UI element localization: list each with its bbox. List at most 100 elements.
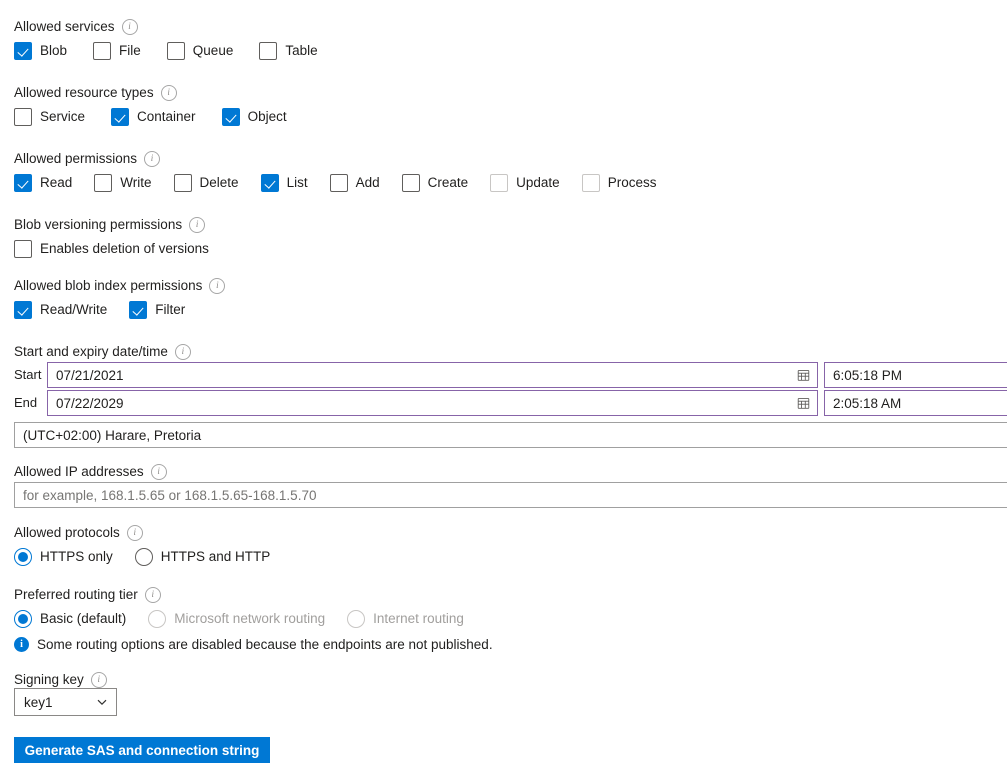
checkbox-enables-deletion-of-versions-label: Enables deletion of versions: [40, 241, 209, 256]
checkbox-file-box[interactable]: [93, 42, 112, 60]
checkbox-object-box[interactable]: [221, 108, 240, 126]
radio-internet-routing: Internet routing: [347, 610, 464, 628]
section-allowed-resource-types: Allowed resource types i Service Contain…: [14, 84, 287, 126]
allowed-services-title: Allowed services: [14, 19, 115, 34]
checkbox-file-label: File: [119, 43, 141, 58]
info-circle-icon[interactable]: i: [209, 277, 226, 294]
checkbox-object[interactable]: Object: [221, 108, 287, 126]
checkbox-list-box[interactable]: [260, 174, 279, 192]
radio-https-only[interactable]: HTTPS only: [14, 548, 113, 566]
checkbox-queue-box[interactable]: [166, 42, 185, 60]
checkbox-table-box[interactable]: [259, 42, 278, 60]
checkbox-queue-label: Queue: [192, 43, 234, 58]
blob-versioning-options: Enables deletion of versions: [14, 240, 209, 258]
checkbox-write-box[interactable]: [94, 174, 113, 192]
signing-key-title: Signing key: [14, 672, 84, 687]
radio-https-and-http[interactable]: HTTPS and HTTP: [134, 548, 270, 566]
end-time-input[interactable]: 2:05:18 AM: [824, 390, 1007, 416]
checkbox-service[interactable]: Service: [14, 108, 85, 126]
generate-sas-button[interactable]: Generate SAS and connection string: [14, 737, 270, 763]
end-date-input[interactable]: 07/22/2029: [47, 390, 818, 416]
allowed-ip-input[interactable]: for example, 168.1.5.65 or 168.1.5.65-16…: [14, 482, 1007, 508]
section-blob-versioning-permissions: Blob versioning permissions i Enables de…: [14, 216, 209, 258]
section-preferred-routing-tier: Preferred routing tier i Basic (default)…: [14, 586, 464, 628]
checkbox-container-box[interactable]: [111, 108, 130, 126]
checkbox-read-write-label: Read/Write: [40, 302, 108, 317]
checkbox-update-box: [490, 174, 509, 192]
radio-microsoft-network-routing: Microsoft network routing: [148, 610, 325, 628]
checkbox-create[interactable]: Create: [401, 174, 469, 192]
blob-index-title: Allowed blob index permissions: [14, 278, 203, 293]
checkbox-container-label: Container: [137, 109, 196, 124]
routing-tier-options: Basic (default) Microsoft network routin…: [14, 610, 464, 628]
radio-internet-routing-control: [347, 610, 366, 628]
checkbox-queue[interactable]: Queue: [166, 42, 234, 60]
checkbox-container[interactable]: Container: [111, 108, 196, 126]
checkbox-filter[interactable]: Filter: [129, 301, 185, 319]
checkbox-create-label: Create: [427, 175, 469, 190]
radio-basic-default-label: Basic (default): [40, 611, 127, 626]
checkbox-create-box[interactable]: [401, 174, 420, 192]
blob-index-label: Allowed blob index permissions i: [14, 277, 226, 294]
checkbox-read[interactable]: Read: [14, 174, 72, 192]
section-allowed-ip-addresses: Allowed IP addresses i: [14, 463, 167, 480]
radio-https-and-http-control[interactable]: [134, 548, 153, 566]
calendar-icon[interactable]: [797, 397, 810, 410]
checkbox-table[interactable]: Table: [259, 42, 318, 60]
checkbox-list[interactable]: List: [260, 174, 308, 192]
allowed-protocols-options: HTTPS only HTTPS and HTTP: [14, 548, 270, 566]
info-circle-icon[interactable]: i: [121, 18, 138, 35]
sas-configuration-form: Allowed services i Blob File Queue Table: [0, 0, 1007, 774]
checkbox-read-write[interactable]: Read/Write: [14, 301, 107, 319]
start-date-input[interactable]: 07/21/2021: [47, 362, 818, 388]
start-time-input[interactable]: 6:05:18 PM: [824, 362, 1007, 388]
info-filled-icon: i: [14, 637, 29, 652]
checkbox-process: Process: [581, 174, 657, 192]
checkbox-read-box[interactable]: [14, 174, 32, 192]
checkbox-add-box[interactable]: [329, 174, 348, 192]
info-circle-icon[interactable]: i: [90, 671, 107, 688]
checkbox-add-label: Add: [355, 175, 380, 190]
info-circle-icon[interactable]: i: [174, 343, 191, 360]
section-allowed-blob-index-permissions: Allowed blob index permissions i Read/Wr…: [14, 277, 226, 319]
checkbox-add[interactable]: Add: [329, 174, 380, 192]
chevron-down-icon[interactable]: [96, 696, 108, 708]
checkbox-filter-label: Filter: [155, 302, 186, 317]
section-signing-key: Signing key i: [14, 671, 107, 688]
signing-key-select[interactable]: key1: [14, 688, 117, 716]
checkbox-blob[interactable]: Blob: [14, 42, 67, 60]
checkbox-enables-deletion-of-versions[interactable]: Enables deletion of versions: [14, 240, 209, 258]
info-circle-icon[interactable]: i: [189, 216, 206, 233]
routing-disabled-message: i Some routing options are disabled beca…: [14, 637, 493, 652]
allowed-resource-types-options: Service Container Object: [14, 108, 287, 126]
checkbox-write[interactable]: Write: [94, 174, 152, 192]
calendar-icon[interactable]: [797, 369, 810, 382]
checkbox-filter-box[interactable]: [129, 301, 148, 319]
checkbox-file[interactable]: File: [93, 42, 141, 60]
checkbox-blob-label: Blob: [40, 43, 68, 58]
timezone-select[interactable]: (UTC+02:00) Harare, Pretoria: [14, 422, 1007, 448]
radio-basic-default[interactable]: Basic (default): [14, 610, 126, 628]
checkbox-blob-box[interactable]: [14, 42, 32, 60]
allowed-ip-placeholder: for example, 168.1.5.65 or 168.1.5.65-16…: [23, 487, 317, 503]
allowed-resource-types-title: Allowed resource types: [14, 85, 154, 100]
checkbox-read-write-box[interactable]: [14, 301, 32, 319]
checkbox-service-box[interactable]: [14, 108, 32, 126]
checkbox-enables-deletion-of-versions-box[interactable]: [14, 240, 32, 258]
info-circle-icon[interactable]: i: [150, 463, 167, 480]
blob-versioning-title: Blob versioning permissions: [14, 217, 183, 232]
allowed-protocols-label: Allowed protocols i: [14, 524, 270, 541]
info-circle-icon[interactable]: i: [126, 524, 143, 541]
checkbox-delete-box[interactable]: [173, 174, 192, 192]
info-circle-icon[interactable]: i: [160, 84, 177, 101]
radio-basic-default-control[interactable]: [14, 610, 32, 628]
checkbox-read-label: Read: [40, 175, 73, 190]
checkbox-process-label: Process: [607, 175, 657, 190]
info-circle-icon[interactable]: i: [144, 586, 161, 603]
allowed-permissions-options: Read Write Delete List Add Create Update…: [14, 174, 656, 192]
signing-key-label: Signing key i: [14, 671, 107, 688]
allowed-services-options: Blob File Queue Table: [14, 42, 318, 60]
checkbox-delete[interactable]: Delete: [173, 174, 239, 192]
radio-https-only-control[interactable]: [14, 548, 32, 566]
info-circle-icon[interactable]: i: [144, 150, 161, 167]
